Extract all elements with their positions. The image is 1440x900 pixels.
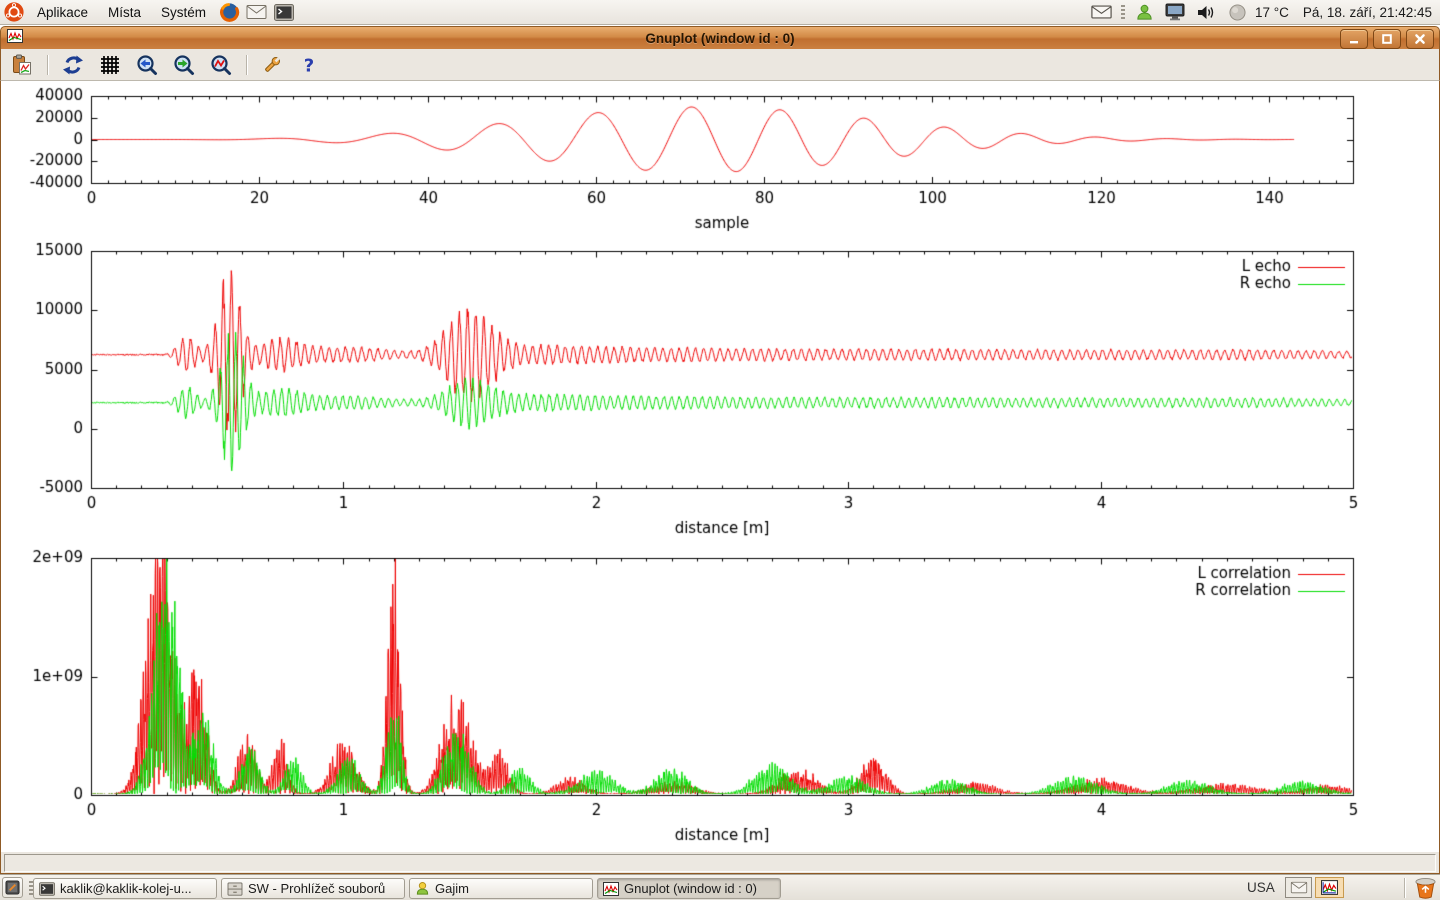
- weather-icon[interactable]: [1227, 2, 1248, 23]
- window-controls: [1340, 29, 1434, 49]
- temperature-indicator[interactable]: 17 °C: [1255, 5, 1289, 20]
- file-manager-icon: [227, 882, 243, 896]
- volume-icon[interactable]: [1196, 2, 1217, 23]
- task-label: Gajim: [435, 881, 469, 896]
- menu-places[interactable]: Místa: [98, 0, 151, 24]
- mail-notifier-icon[interactable]: [1091, 2, 1112, 23]
- taskbar-task-file-browser[interactable]: SW - Prohlížeč souborů: [221, 878, 405, 899]
- tray-mail-icon[interactable]: [1285, 877, 1312, 898]
- settings-button[interactable]: [260, 53, 284, 77]
- top-panel: Aplikace Místa Systém: [0, 0, 1440, 25]
- trash-applet-icon[interactable]: [1414, 877, 1437, 900]
- zoom-next-button[interactable]: [172, 53, 196, 77]
- window-title: Gnuplot (window id : 0): [1, 31, 1439, 46]
- menu-applications[interactable]: Aplikace: [27, 0, 98, 24]
- gnuplot-icon: [603, 881, 619, 897]
- menu-system[interactable]: Systém: [151, 0, 216, 24]
- applet-handle[interactable]: [1121, 5, 1125, 19]
- display-settings-icon[interactable]: [1165, 2, 1186, 23]
- terminal-launcher-icon[interactable]: [273, 2, 294, 23]
- window-icon: [7, 28, 23, 49]
- window-titlebar[interactable]: Gnuplot (window id : 0): [0, 26, 1440, 49]
- close-button[interactable]: [1406, 29, 1434, 49]
- gajim-icon: [415, 881, 430, 896]
- taskbar-task-gnuplot[interactable]: Gnuplot (window id : 0): [597, 878, 781, 899]
- gnuplot-plots-canvas[interactable]: [1, 81, 1439, 852]
- window-toolbar: ?: [0, 49, 1440, 81]
- clock-indicator[interactable]: Pá, 18. září, 21:42:45: [1303, 5, 1432, 20]
- svg-text:?: ?: [304, 55, 314, 76]
- taskbar-task-gajim[interactable]: Gajim: [409, 878, 593, 899]
- desktop: Aplikace Místa Systém: [0, 0, 1440, 900]
- refresh-button[interactable]: [61, 53, 85, 77]
- panel-indicator-area: 17 °C Pá, 18. září, 21:42:45: [1088, 2, 1440, 23]
- keyboard-layout-indicator[interactable]: USA: [1247, 880, 1275, 895]
- statusbar-field: [4, 854, 1436, 872]
- terminal-icon: [39, 882, 55, 896]
- show-desktop-button[interactable]: [2, 877, 23, 898]
- grid-toggle-button[interactable]: [98, 53, 122, 77]
- task-label: kaklik@kaklik-kolej-u...: [60, 881, 192, 896]
- toolbar-separator: [47, 55, 48, 75]
- window-statusbar: [0, 852, 1440, 874]
- zoom-previous-button[interactable]: [135, 53, 159, 77]
- tray-separator: [1404, 878, 1405, 898]
- task-label: Gnuplot (window id : 0): [624, 881, 757, 896]
- plot-canvas-area[interactable]: [0, 81, 1440, 852]
- mail-launcher-icon[interactable]: [246, 2, 267, 23]
- maximize-button[interactable]: [1373, 29, 1401, 49]
- taskbar: kaklik@kaklik-kolej-u... SW - Prohlížeč …: [0, 874, 1440, 900]
- minimize-button[interactable]: [1340, 29, 1368, 49]
- toolbar-separator: [246, 55, 247, 75]
- ubuntu-logo-icon[interactable]: [3, 2, 24, 23]
- user-switcher-icon[interactable]: [1134, 2, 1155, 23]
- taskbar-task-terminal[interactable]: kaklik@kaklik-kolej-u...: [33, 878, 217, 899]
- firefox-launcher-icon[interactable]: [219, 2, 240, 23]
- task-label: SW - Prohlížeč souborů: [248, 881, 385, 896]
- help-button[interactable]: ?: [297, 53, 321, 77]
- zoom-reset-button[interactable]: [209, 53, 233, 77]
- tray-gnuplot-window-icon[interactable]: [1315, 877, 1344, 898]
- copy-plot-button[interactable]: [10, 53, 34, 77]
